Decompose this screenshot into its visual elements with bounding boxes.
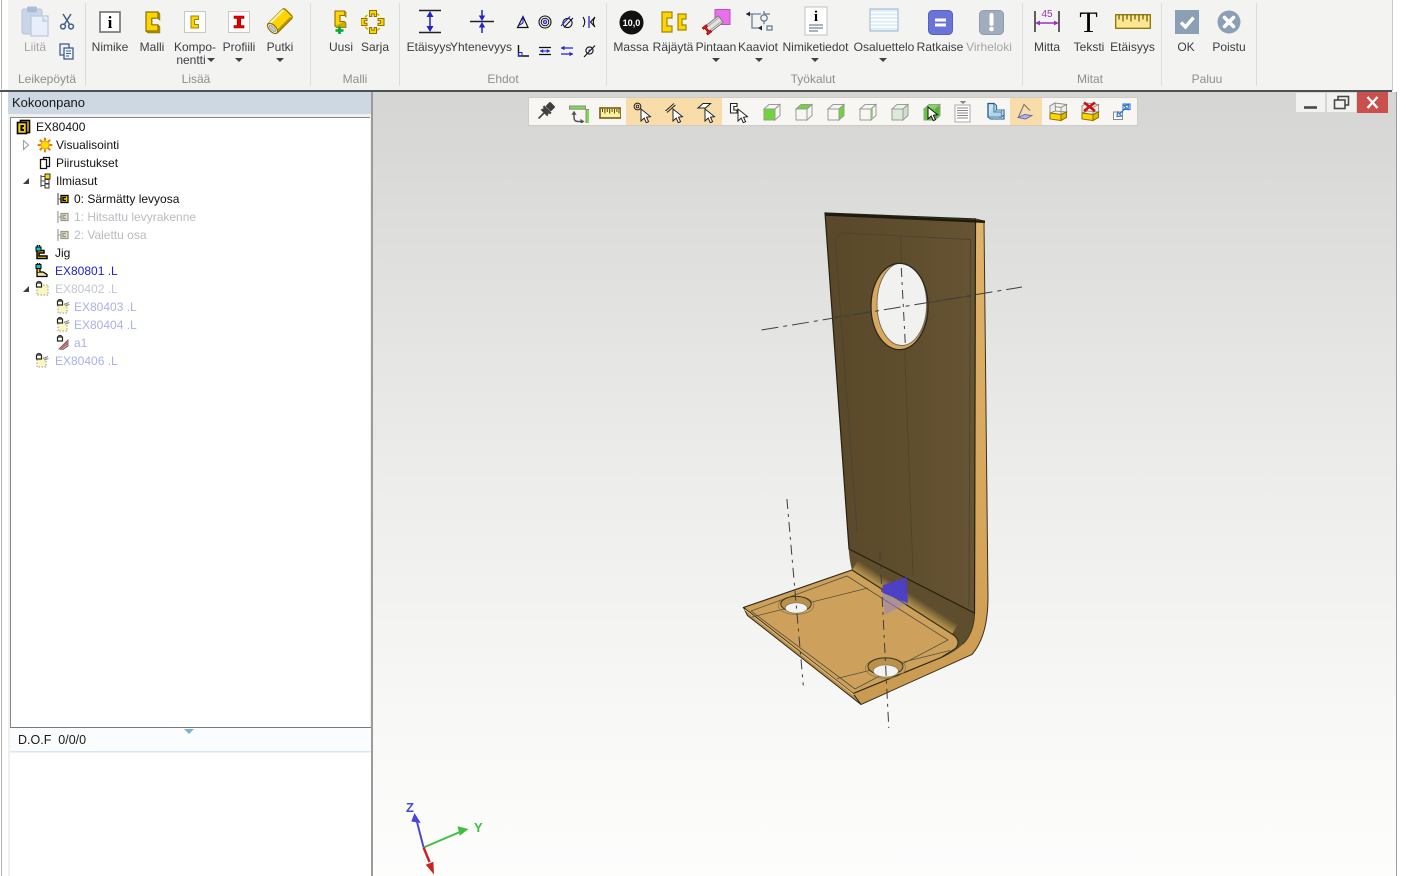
svg-text:Z: Z: [406, 800, 414, 815]
svg-text:T: T: [1079, 7, 1097, 35]
svg-text:i: i: [814, 9, 818, 25]
svg-text:i: i: [108, 13, 113, 32]
svg-text:45: 45: [1041, 9, 1053, 20]
svg-text:10,0: 10,0: [623, 18, 641, 28]
svg-text:Y: Y: [474, 820, 483, 835]
